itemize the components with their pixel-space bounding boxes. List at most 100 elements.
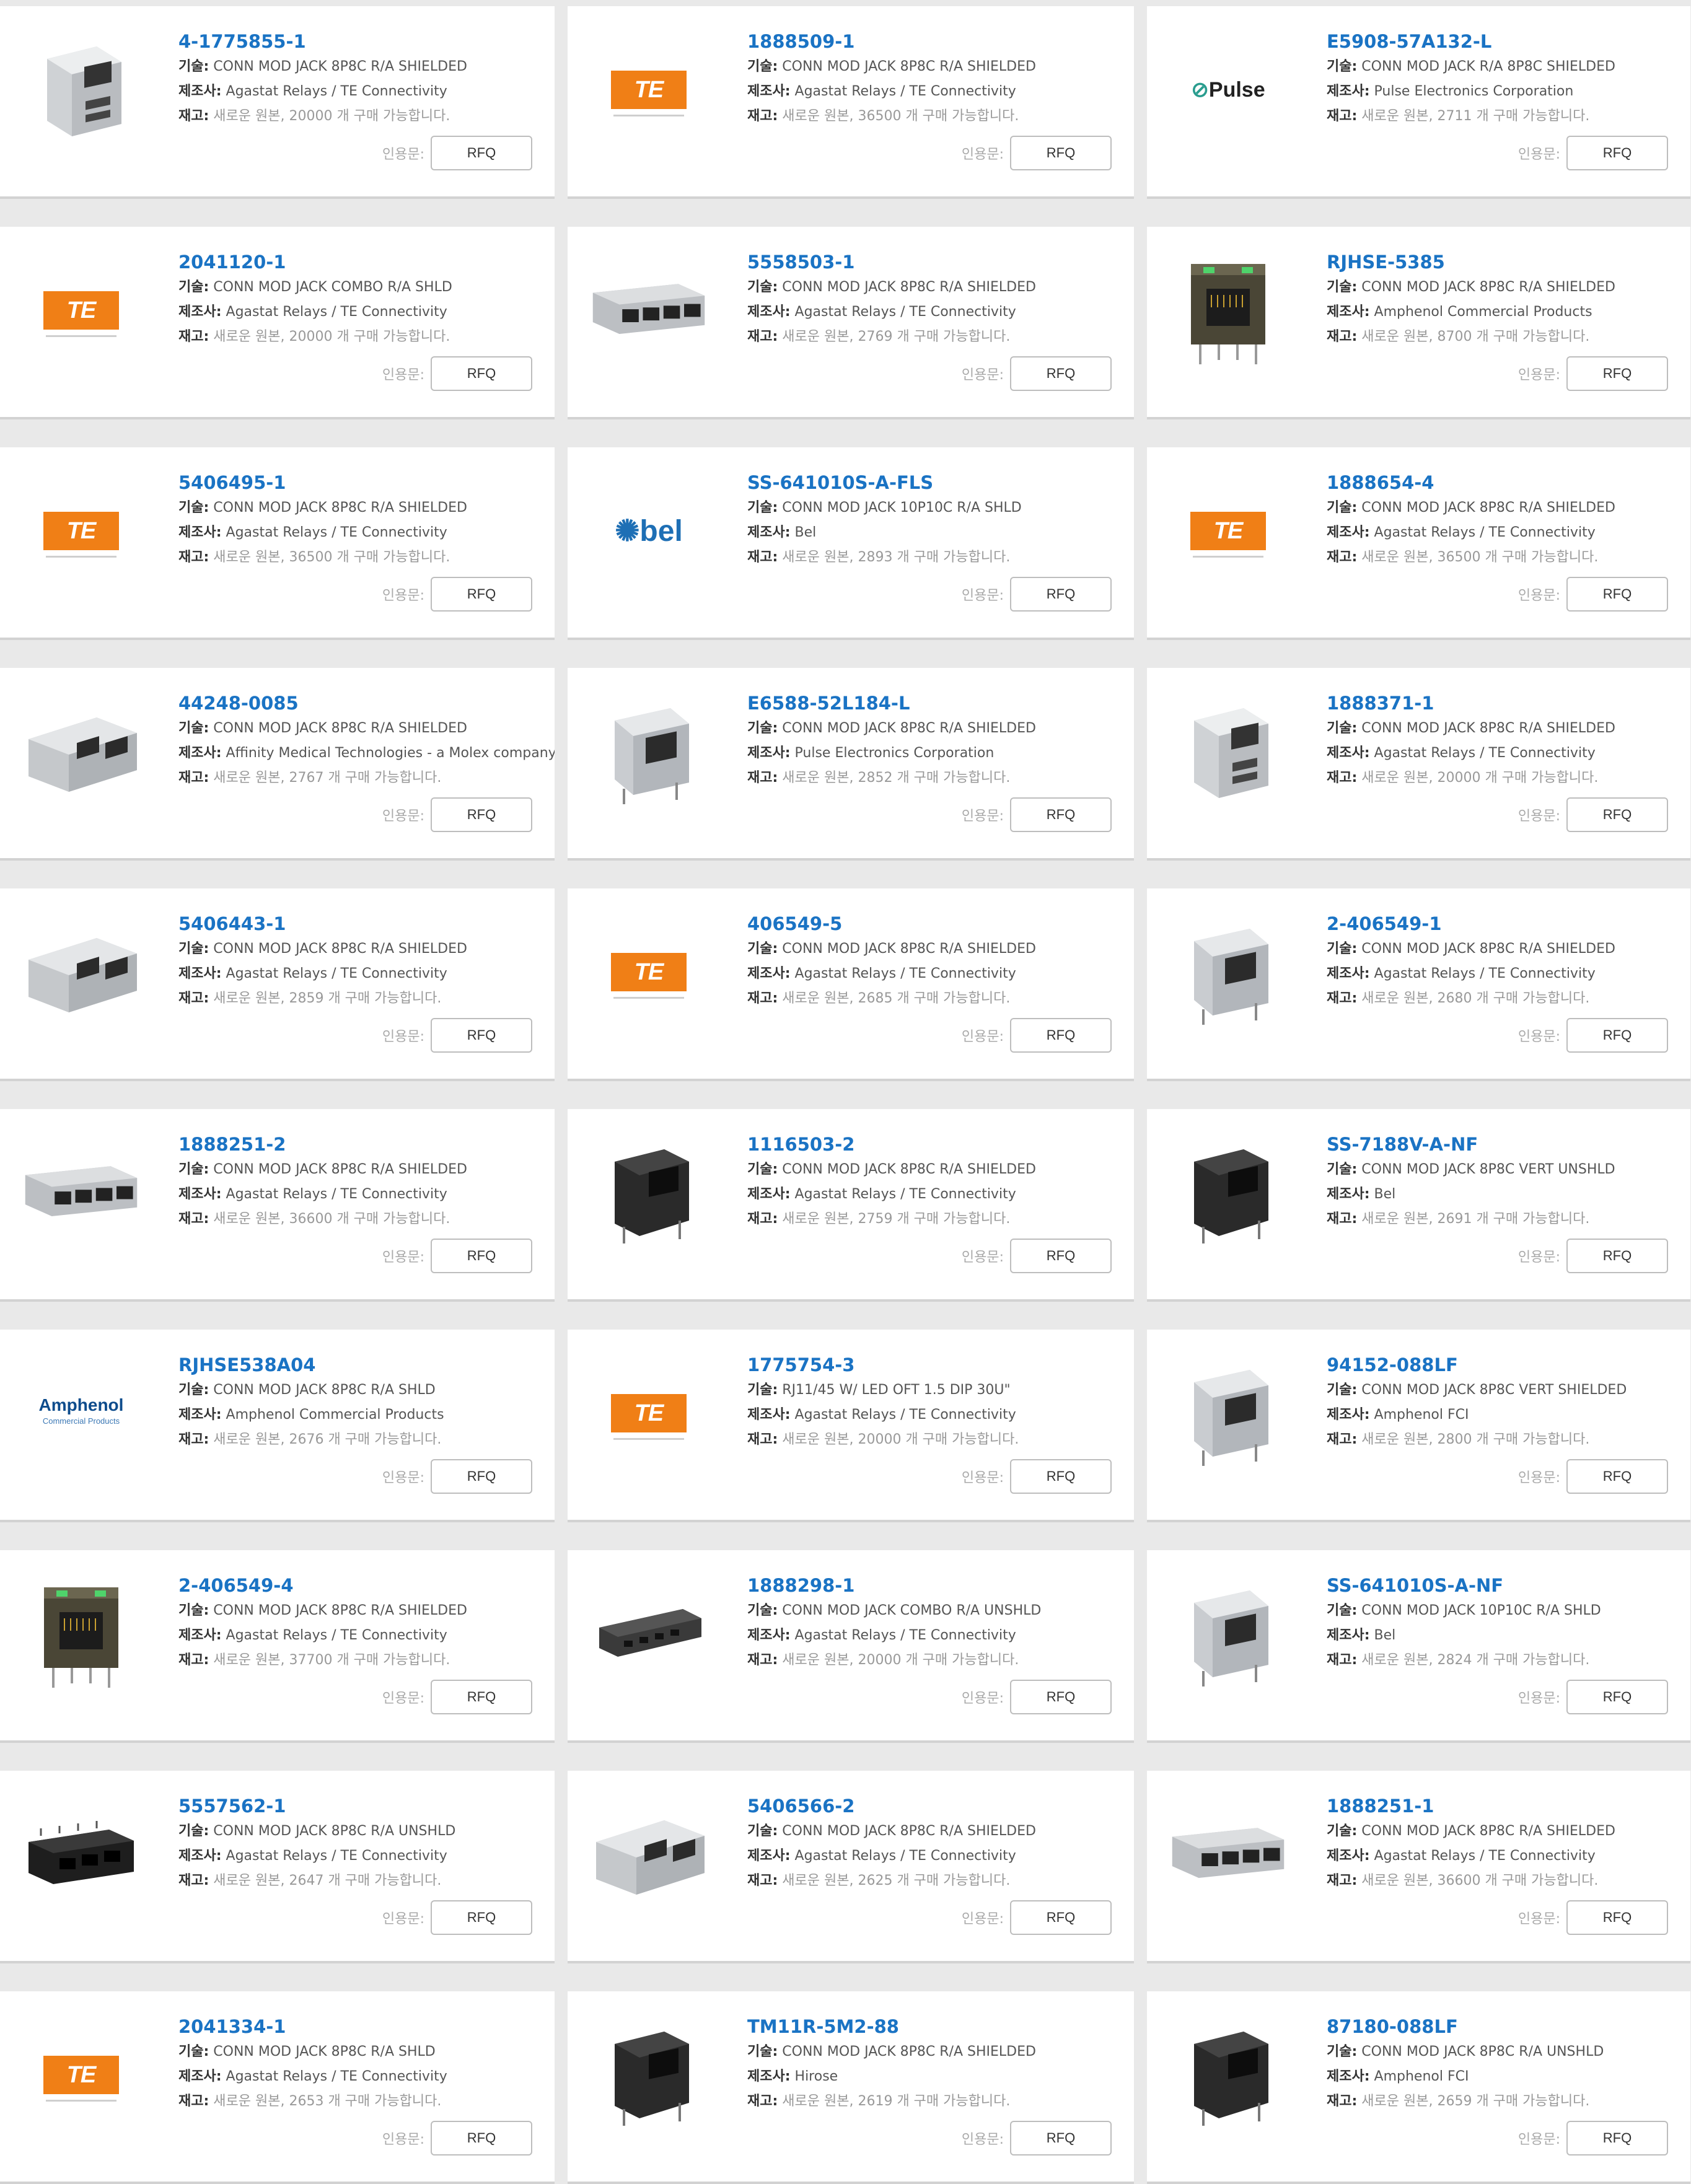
rfq-button[interactable]: RFQ (1010, 1239, 1112, 1273)
product-image[interactable] (590, 252, 708, 369)
rfq-button[interactable]: RFQ (1010, 1459, 1112, 1494)
product-image[interactable] (1169, 913, 1287, 1031)
rfq-button[interactable]: RFQ (431, 1018, 532, 1053)
product-image[interactable] (22, 693, 140, 810)
product-image[interactable] (22, 913, 140, 1031)
product-image[interactable] (1169, 693, 1287, 810)
part-number-link[interactable]: 5406443-1 (178, 911, 548, 937)
product-image[interactable] (590, 1134, 708, 1252)
product-image[interactable]: ✺bel (590, 472, 708, 590)
rfq-button[interactable]: RFQ (1010, 356, 1112, 391)
product-image[interactable] (590, 1796, 708, 1913)
product-image[interactable] (1169, 1354, 1287, 1472)
rfq-button[interactable]: RFQ (1566, 356, 1668, 391)
manufacturer-label: 제조사: (747, 525, 791, 540)
quote-row: 인용문: RFQ (1518, 1459, 1668, 1494)
product-image[interactable]: TE (22, 472, 140, 590)
rfq-button[interactable]: RFQ (1010, 1680, 1112, 1714)
product-image[interactable] (590, 2016, 708, 2134)
part-number-link[interactable]: SS-641010S-A-NF (1327, 1572, 1684, 1599)
part-number-link[interactable]: 5406566-2 (747, 1793, 1128, 1819)
rfq-button[interactable]: RFQ (1566, 577, 1668, 612)
rfq-button[interactable]: RFQ (1566, 1018, 1668, 1053)
part-number-link[interactable]: 2-406549-1 (1327, 911, 1684, 937)
stock-line: 재고: 새로운 원본, 2800 개 구매 가능합니다. (1327, 1427, 1684, 1452)
rfq-button[interactable]: RFQ (431, 797, 532, 832)
part-number-link[interactable]: 94152-088LF (1327, 1352, 1684, 1378)
rfq-button[interactable]: RFQ (1566, 1680, 1668, 1714)
rfq-button[interactable]: RFQ (1566, 797, 1668, 832)
product-image[interactable] (1169, 2016, 1287, 2134)
stock-line: 재고: 새로운 원본, 2653 개 구매 가능합니다. (178, 2089, 548, 2114)
product-image[interactable] (1169, 252, 1287, 369)
rfq-button[interactable]: RFQ (1010, 577, 1112, 612)
part-number-link[interactable]: E6588-52L184-L (747, 690, 1128, 716)
rfq-button[interactable]: RFQ (1010, 136, 1112, 170)
part-number-link[interactable]: RJHSE538A04 (178, 1352, 548, 1378)
product-card: TE 2041334-1 기술: CONN MOD JACK 8P8C R/A … (0, 1991, 555, 2184)
rfq-button[interactable]: RFQ (431, 136, 532, 170)
rfq-button[interactable]: RFQ (1010, 797, 1112, 832)
part-number-link[interactable]: 2-406549-4 (178, 1572, 548, 1599)
product-image[interactable] (22, 1134, 140, 1252)
part-number-link[interactable]: 1888251-1 (1327, 1793, 1684, 1819)
part-number-link[interactable]: 1775754-3 (747, 1352, 1128, 1378)
product-image[interactable]: Amphenol Commercial Products (22, 1354, 140, 1472)
part-number-link[interactable]: SS-7188V-A-NF (1327, 1131, 1684, 1157)
rfq-button[interactable]: RFQ (431, 356, 532, 391)
stock-line: 재고: 새로운 원본, 2711 개 구매 가능합니다. (1327, 104, 1684, 129)
product-image[interactable] (590, 693, 708, 810)
rfq-button[interactable]: RFQ (431, 1680, 532, 1714)
description-line: 기술: CONN MOD JACK 8P8C R/A SHIELDED (178, 1157, 548, 1182)
part-number-link[interactable]: RJHSE-5385 (1327, 249, 1684, 275)
product-image[interactable] (22, 1796, 140, 1913)
part-number-link[interactable]: SS-641010S-A-FLS (747, 470, 1128, 496)
rfq-button[interactable]: RFQ (1010, 1900, 1112, 1935)
part-number-link[interactable]: 2041334-1 (178, 2014, 548, 2040)
product-image[interactable]: TE (590, 1354, 708, 1472)
rfq-button[interactable]: RFQ (1010, 2121, 1112, 2155)
rfq-button[interactable]: RFQ (431, 1900, 532, 1935)
product-image[interactable]: TE (1169, 472, 1287, 590)
part-number-link[interactable]: 1888251-2 (178, 1131, 548, 1157)
product-image[interactable] (590, 1575, 708, 1693)
part-number-link[interactable]: TM11R-5M2-88 (747, 2014, 1128, 2040)
rfq-button[interactable]: RFQ (1566, 1239, 1668, 1273)
rfq-button[interactable]: RFQ (1566, 136, 1668, 170)
part-number-link[interactable]: 1116503-2 (747, 1131, 1128, 1157)
product-image[interactable]: TE (22, 252, 140, 369)
description-line: 기술: CONN MOD JACK R/A 8P8C SHIELDED (1327, 55, 1684, 79)
part-number-link[interactable]: 1888654-4 (1327, 470, 1684, 496)
part-number-link[interactable]: 1888509-1 (747, 29, 1128, 55)
stock-label: 재고: (747, 550, 778, 565)
part-number-link[interactable]: 5557562-1 (178, 1793, 548, 1819)
product-image[interactable]: TE (590, 913, 708, 1031)
product-image[interactable] (22, 31, 140, 149)
part-number-link[interactable]: 1888298-1 (747, 1572, 1128, 1599)
part-number-link[interactable]: 2041120-1 (178, 249, 548, 275)
rfq-button[interactable]: RFQ (431, 1239, 532, 1273)
rfq-button[interactable]: RFQ (1566, 1459, 1668, 1494)
rfq-button[interactable]: RFQ (431, 2121, 532, 2155)
part-number-link[interactable]: E5908-57A132-L (1327, 29, 1684, 55)
rfq-button[interactable]: RFQ (431, 577, 532, 612)
part-number-link[interactable]: 87180-088LF (1327, 2014, 1684, 2040)
rfq-button[interactable]: RFQ (1566, 1900, 1668, 1935)
part-number-link[interactable]: 5558503-1 (747, 249, 1128, 275)
part-number-link[interactable]: 1888371-1 (1327, 690, 1684, 716)
part-number-link[interactable]: 44248-0085 (178, 690, 548, 716)
product-image[interactable] (1169, 1796, 1287, 1913)
part-number-link[interactable]: 5406495-1 (178, 470, 548, 496)
rfq-button[interactable]: RFQ (431, 1459, 532, 1494)
product-image[interactable] (22, 1575, 140, 1693)
rfq-button[interactable]: RFQ (1566, 2121, 1668, 2155)
product-image[interactable] (1169, 1575, 1287, 1693)
part-number-link[interactable]: 4-1775855-1 (178, 29, 548, 55)
rfq-button[interactable]: RFQ (1010, 1018, 1112, 1053)
part-number-link[interactable]: 406549-5 (747, 911, 1128, 937)
product-image[interactable]: TE (22, 2016, 140, 2134)
product-image[interactable] (1169, 1134, 1287, 1252)
description-value: CONN MOD JACK 8P8C R/A SHIELDED (782, 59, 1036, 74)
product-image[interactable]: ⊘Pulse (1169, 31, 1287, 149)
product-image[interactable]: TE (590, 31, 708, 149)
